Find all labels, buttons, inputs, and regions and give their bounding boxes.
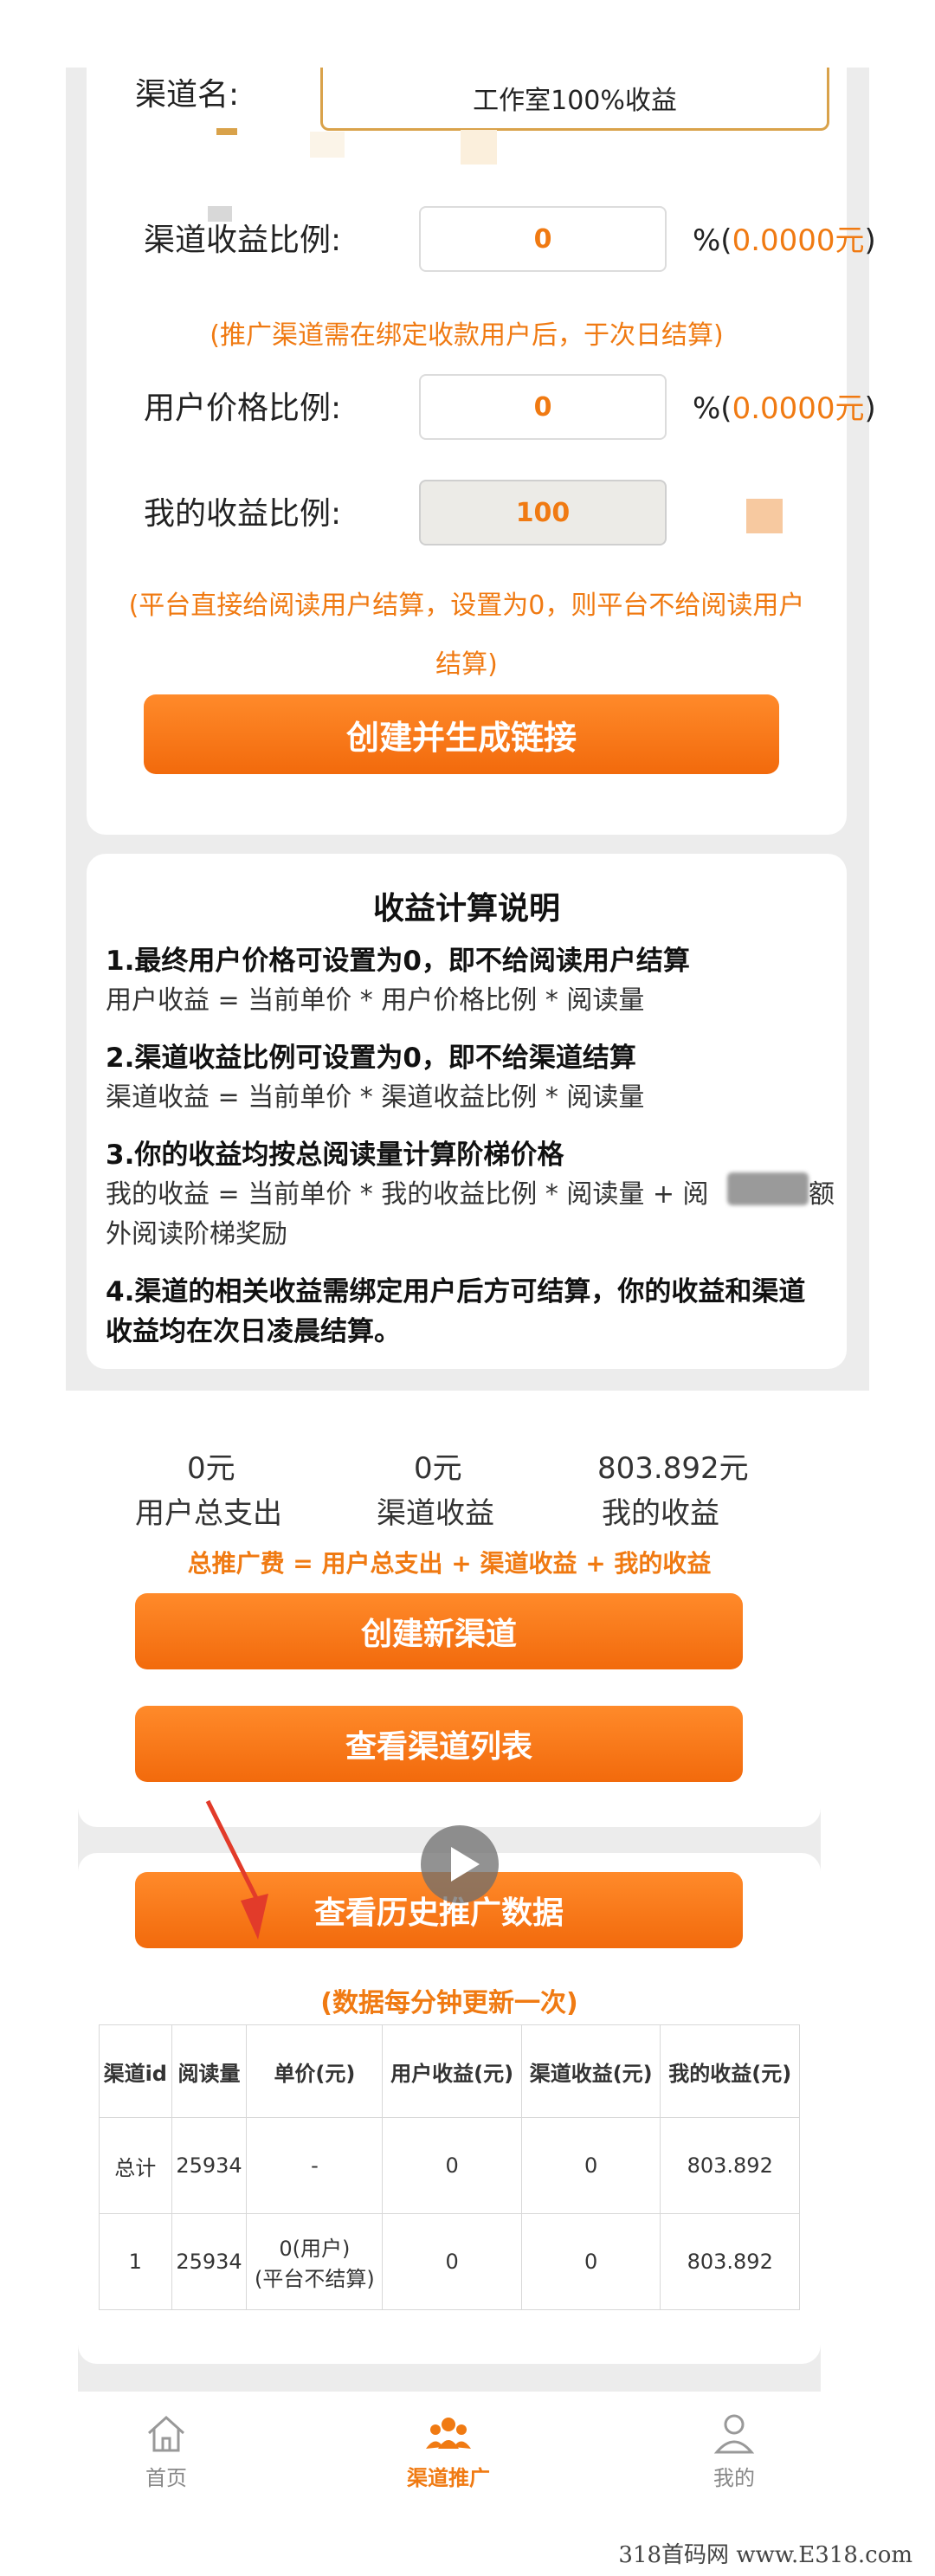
- blur-patch: [461, 130, 497, 165]
- channel-ratio-label: 渠道收益比例:: [144, 223, 342, 258]
- explanation-heading-4-line2: 收益均在次日凌晨结算。: [106, 1316, 401, 1347]
- channel-name-input[interactable]: 工作室100%收益: [320, 68, 829, 131]
- nav-mine[interactable]: 我的: [665, 2407, 803, 2491]
- blur-patch: [208, 206, 232, 222]
- explanation-text-3: 我的收益 = 当前单价 * 我的收益比例 * 阅读量 + 阅: [106, 1179, 709, 1210]
- user-amount: 0.0000元: [732, 391, 865, 426]
- home-icon: [140, 2407, 192, 2459]
- channel-form-card: 渠道名: 工作室100%收益 渠道收益比例: 0 %(0.0000元) (推广渠…: [87, 68, 876, 835]
- nav-channel-promotion[interactable]: 渠道推广: [379, 2407, 518, 2491]
- user-icon: [708, 2407, 760, 2459]
- explanation-text-3-line2: 外阅读阶梯奖励: [106, 1219, 287, 1249]
- site-watermark: 318首码网 www.E318.com: [618, 2542, 912, 2568]
- explanation-text-3-tail: 额: [809, 1179, 835, 1210]
- user-paren: ): [864, 391, 876, 426]
- group-icon: [422, 2407, 474, 2459]
- create-and-generate-link-button[interactable]: 创建并生成链接: [144, 694, 779, 774]
- nav-home[interactable]: 首页: [97, 2407, 235, 2491]
- channel-percent: %(: [693, 223, 732, 258]
- user-percent: %(: [693, 391, 732, 426]
- explanation-heading-3: 3.你的收益均按总阅读量计算阶梯价格: [106, 1140, 564, 1171]
- input-corner-accent: [216, 128, 237, 135]
- blur-patch: [746, 499, 783, 533]
- channel-settlement-note: (推广渠道需在绑定收款用户后，于次日结算): [210, 320, 724, 351]
- channel-form-screenshot: 渠道名: 工作室100%收益 渠道收益比例: 0 %(0.0000元) (推广渠…: [66, 68, 876, 1391]
- nav-home-label: 首页: [145, 2466, 187, 2490]
- platform-note-line1: (平台直接给阅读用户结算，设置为0，则平台不给阅读用户: [128, 591, 805, 621]
- explanation-title: 收益计算说明: [372, 891, 560, 926]
- platform-note-line2: 结算): [435, 649, 498, 680]
- channel-name-value: 工作室100%收益: [473, 86, 677, 116]
- nav-mine-label: 我的: [713, 2466, 755, 2490]
- user-ratio-label: 用户价格比例:: [144, 391, 342, 426]
- channel-ratio-input[interactable]: 0: [419, 206, 667, 272]
- user-ratio-input[interactable]: 0: [419, 374, 667, 440]
- redacted-blur: [727, 1172, 809, 1205]
- blur-patch: [310, 132, 345, 158]
- explanation-text-1: 用户收益 = 当前单价 * 用户价格比例 * 阅读量: [106, 985, 645, 1016]
- my-ratio-label: 我的收益比例:: [144, 496, 342, 532]
- explanation-heading-4: 4.渠道的相关收益需绑定用户后方可结算，你的收益和渠道: [106, 1276, 806, 1307]
- promotion-summary-screenshot: 0元 0元 803.892元 用户总支出 渠道收益 我的收益 总推广费 = 用户…: [78, 1451, 821, 2507]
- my-ratio-field: 100: [419, 480, 667, 546]
- user-ratio-unit: %(0.0000元): [693, 384, 876, 427]
- channel-ratio-unit: %(0.0000元): [693, 216, 876, 259]
- explanation-text-2: 渠道收益 = 当前单价 * 渠道收益比例 * 阅读量: [106, 1082, 645, 1113]
- channel-paren: ): [864, 223, 876, 258]
- channel-name-label: 渠道名:: [135, 77, 240, 113]
- user-ratio-value: 0: [533, 391, 552, 423]
- annotation-arrow-icon: [205, 1799, 268, 1940]
- explanation-heading-2: 2.渠道收益比例可设置为0，即不给渠道结算: [106, 1043, 636, 1074]
- channel-ratio-value: 0: [533, 223, 552, 255]
- my-ratio-value: 100: [515, 497, 571, 528]
- explanation-heading-1: 1.最终用户价格可设置为0，即不给阅读用户结算: [106, 946, 690, 977]
- channel-amount: 0.0000元: [732, 223, 865, 258]
- earnings-explanation-card: 收益计算说明 1.最终用户价格可设置为0，即不给阅读用户结算 用户收益 = 当前…: [87, 854, 847, 1369]
- nav-channel-promotion-label: 渠道推广: [407, 2466, 490, 2490]
